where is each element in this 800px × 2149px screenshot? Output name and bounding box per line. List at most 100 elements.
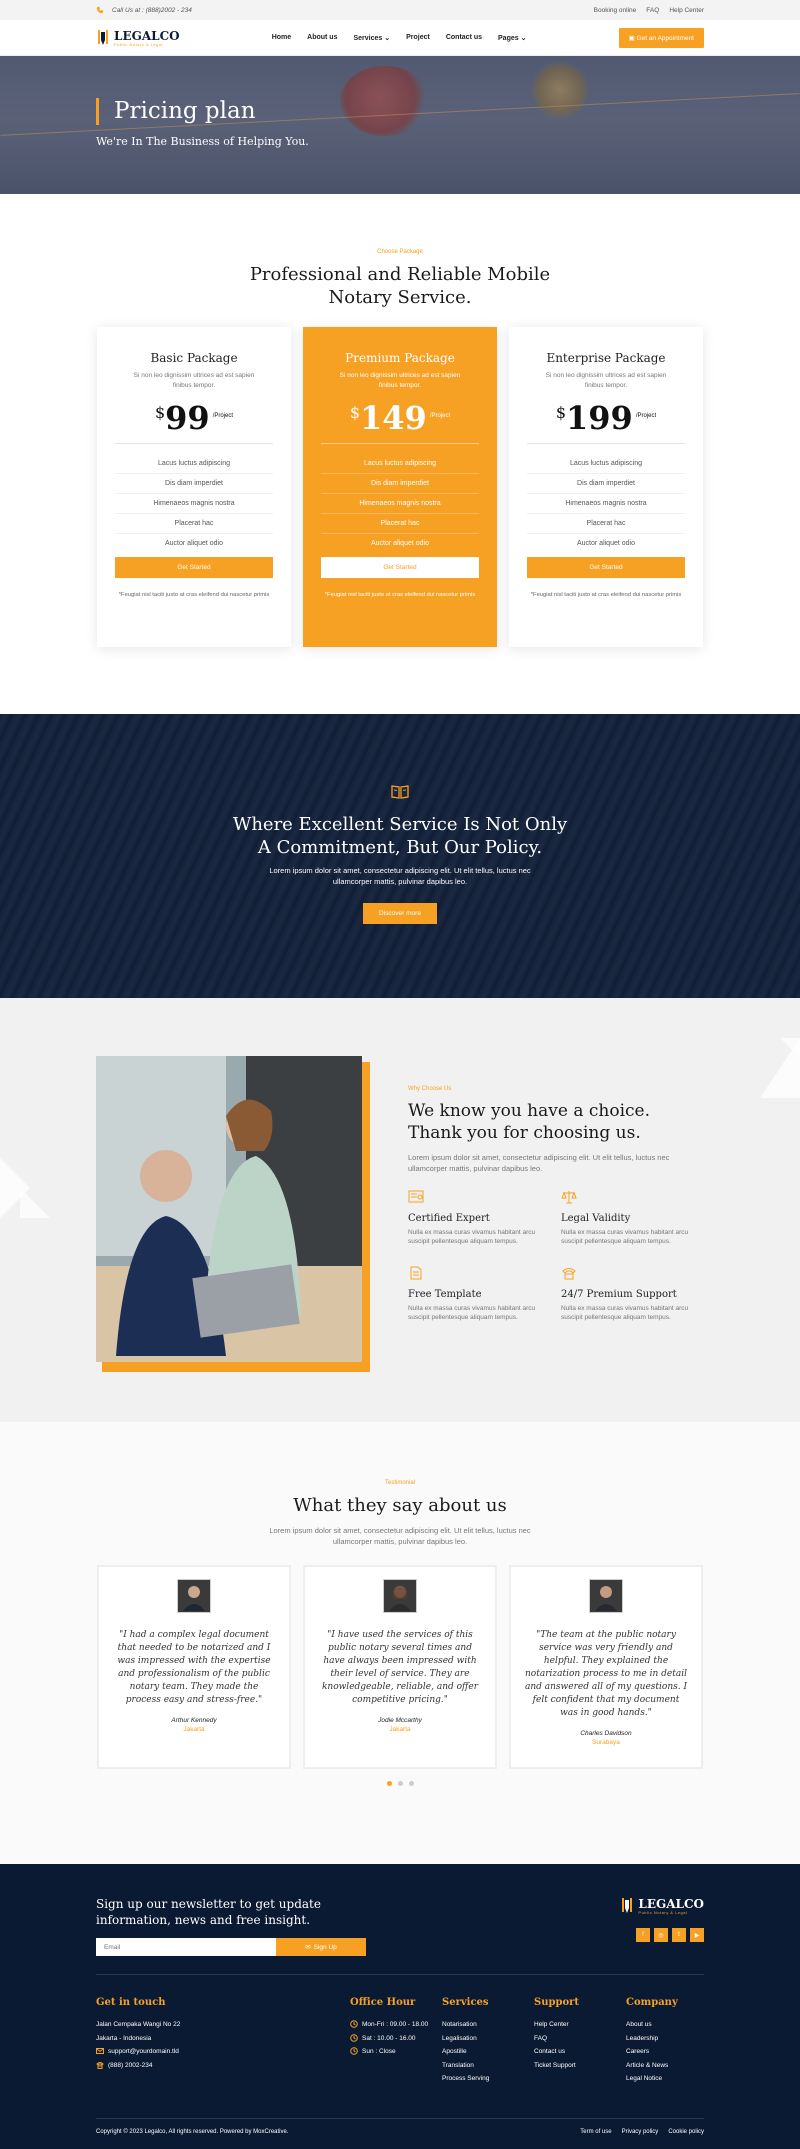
plan-price: $ 149 /Project [321,399,479,437]
get-started-button[interactable]: Get Started [527,557,685,578]
chevron-down-icon: ⌄ [384,35,391,42]
nav-home[interactable]: Home [272,34,291,42]
pricing-title-line: Professional and Reliable Mobile [249,264,551,285]
carousel-dot[interactable] [386,1781,392,1786]
feature-title: Legal Validity [561,1213,631,1224]
carousel-dot[interactable] [397,1781,403,1786]
plan-feature: Placerat hac [527,514,685,534]
footer-link[interactable]: Leadership [626,2032,704,2046]
top-link-faq[interactable]: FAQ [646,7,659,14]
header: LEGALCO Public Notary & Legal Home About… [0,20,800,56]
newsletter-form: ✉ Sign Up [96,1938,366,1956]
footer-support: Support Help Center FAQ Contact us Ticke… [534,1997,626,2086]
divider [115,443,273,444]
call-info: Call Us at : (888)2002 - 234 [96,6,192,14]
footer-link[interactable]: Apostille [442,2045,534,2059]
appointment-button[interactable]: ▣ Get an Appointment [618,28,704,48]
nav-pages[interactable]: Pages ⌄ [498,34,526,42]
plan-description: Si non leo dignissim ultrices ad est sap… [545,372,667,389]
feature-item: Free Template Nulla ex massa curas vivam… [408,1266,551,1322]
legal-link[interactable]: Privacy policy [622,2129,659,2135]
document-icon [410,1266,422,1280]
testimonial-card: "The team at the public notary service w… [509,1565,703,1769]
testimonial-quote: "I had a complex legal document that nee… [117,1630,271,1705]
email-field[interactable] [96,1938,276,1956]
nav-services-label: Services [353,35,383,42]
facebook-icon[interactable]: f [636,1928,650,1942]
testimonial-author: Charles Davidson [580,1730,632,1737]
footer-link[interactable]: Careers [626,2045,704,2059]
footer-heading: Company [626,1997,678,2008]
price-currency: $ [349,403,361,422]
signup-button[interactable]: ✉ Sign Up [276,1938,366,1956]
instagram-icon[interactable]: ◎ [654,1928,668,1942]
footer-logo-name: LEGALCO [638,1896,704,1911]
plan-feature: Lacus luctus adipiscing [321,454,479,474]
email-row[interactable]: support@yourdomain.tld [96,2045,350,2059]
footer-heading: Get in touch [96,1997,166,2008]
feature-text: Nulla ex massa curas vivamus habitant ar… [408,1229,536,1245]
newsletter-title-line: Sign up our newsletter to get update [96,1897,321,1911]
price-period: /Project [212,413,234,419]
newsletter: Sign up our newsletter to get update inf… [96,1864,704,1956]
nav-contact[interactable]: Contact us [446,34,482,42]
plan-price: $ 99 /Project [115,399,273,437]
plan-feature: Placerat hac [115,514,273,534]
testimonial-quote: "I have used the services of this public… [321,1630,479,1705]
plan-features: Lacus luctus adipiscing Dis diam imperdi… [115,454,273,553]
footer-bottom-divider [96,2118,704,2119]
top-link-booking[interactable]: Booking online [594,7,637,14]
mail-icon [96,2047,104,2055]
testimonials-lead-line: ullamcorper mattis, pulvinar dapibus leo… [332,1537,468,1546]
nav-services[interactable]: Services ⌄ [353,34,390,42]
plan-name: Enterprise Package [546,351,666,365]
twitter-icon[interactable]: t [672,1928,686,1942]
banner-text-line: Lorem ipsum dolor sit amet, consectetur … [269,866,531,875]
get-started-button[interactable]: Get Started [321,557,479,578]
footer-link[interactable]: Process Serving [442,2072,534,2086]
phone-icon [562,1268,576,1280]
youtube-icon[interactable]: ▶ [690,1928,704,1942]
footer-link[interactable]: Legalisation [442,2032,534,2046]
legal-link[interactable]: Cookie policy [668,2129,704,2135]
get-started-button[interactable]: Get Started [115,557,273,578]
footer-link[interactable]: About us [626,2018,704,2032]
price-currency: $ [555,403,567,422]
team-photo [96,1056,370,1372]
nav-about[interactable]: About us [307,34,337,42]
legal-link[interactable]: Term of use [580,2129,611,2135]
why-choose-title-line: Thank you for choosing us. [408,1123,641,1143]
footer-link[interactable]: Help Center [534,2018,626,2032]
plan-feature: Auctor aliquet odio [165,540,223,547]
footer-logo[interactable]: LEGALCO Public Notary & Legal [620,1896,704,1916]
footer-link[interactable]: Notarisation [442,2018,534,2032]
plan-feature: Himenaeos magnis nostra [527,494,685,514]
pen-nib-icon [622,1898,633,1913]
footer-bottom: Copyright © 2023 Legalco, All rights res… [96,2129,704,2135]
plan-list: Basic Package Si non leo dignissim ultri… [0,327,800,647]
hours-text: Sun : Close [362,2048,396,2055]
newsletter-title-line: information, news and free insight. [96,1913,311,1927]
footer-link[interactable]: Contact us [534,2045,626,2059]
testimonial-city: Surabaya [592,1739,620,1746]
why-choose-lead: Lorem ipsum dolor sit amet, consectetur … [408,1153,670,1173]
banner-title-line: Where Excellent Service Is Not Only [232,814,568,835]
why-choose-content: Why Choose Us We know you have a choice.… [408,1056,704,1366]
carousel-dot[interactable] [408,1781,414,1786]
footer-link[interactable]: Ticket Support [534,2059,626,2073]
top-links: Booking online FAQ Help Center [594,7,704,14]
nav-project[interactable]: Project [406,34,430,42]
phone-row[interactable]: (888) 2002-234 [96,2059,350,2073]
testimonial-card: "I have used the services of this public… [303,1565,497,1769]
footer-link[interactable]: Translation [442,2059,534,2073]
discover-more-button[interactable]: Discover more [363,903,437,924]
top-link-help[interactable]: Help Center [669,7,704,14]
plan-note: *Feugiat nisl taciti justo at cras eleif… [118,592,270,598]
why-choose-section: Why Choose Us We know you have a choice.… [0,998,800,1422]
footer-link[interactable]: Article & News [626,2059,704,2073]
footer-link[interactable]: Legal Notice [626,2072,704,2086]
signup-button-label: Sign Up [313,1943,337,1951]
hours-text: Sat : 10.00 - 16.00 [362,2034,416,2042]
logo[interactable]: LEGALCO Public Notary & Legal [96,28,180,48]
footer-link[interactable]: FAQ [534,2032,626,2046]
